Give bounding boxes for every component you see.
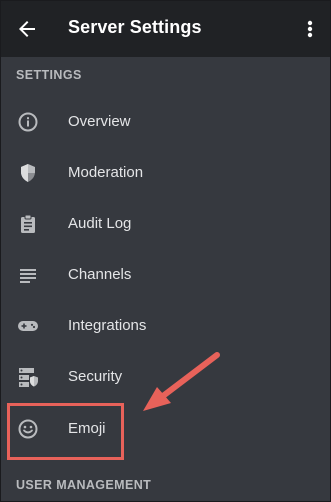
gamepad-icon [16, 314, 40, 338]
menu-item-label: Audit Log [68, 215, 132, 232]
clipboard-icon [16, 212, 40, 236]
menu-item-channels[interactable]: Channels [1, 250, 330, 301]
menu-item-label: Security [68, 368, 123, 385]
more-vertical-icon[interactable] [301, 17, 319, 41]
menu-item-audit-log[interactable]: Audit Log [1, 199, 330, 250]
menu-item-label: Overview [68, 113, 131, 130]
info-icon [16, 110, 40, 134]
annotation-arrow-icon [143, 352, 220, 411]
server-settings-screen: Server Settings SETTINGS Overview Modera… [0, 0, 331, 502]
menu-item-overview[interactable]: Overview [1, 97, 330, 148]
page-title: Server Settings [68, 17, 202, 37]
emoji-highlight-box [7, 403, 124, 460]
back-arrow-icon[interactable] [15, 17, 39, 41]
menu-item-moderation[interactable]: Moderation [1, 148, 330, 199]
shield-icon [16, 161, 40, 185]
section-header-user-management: USER MANAGEMENT [16, 478, 152, 492]
menu-item-label: Moderation [68, 164, 144, 181]
security-server-icon [16, 365, 40, 389]
section-header-settings: SETTINGS [16, 68, 82, 82]
menu-item-label: Integrations [68, 317, 147, 334]
menu-item-label: Channels [68, 266, 132, 283]
list-lines-icon [16, 263, 40, 287]
app-header: Server Settings [1, 1, 330, 57]
